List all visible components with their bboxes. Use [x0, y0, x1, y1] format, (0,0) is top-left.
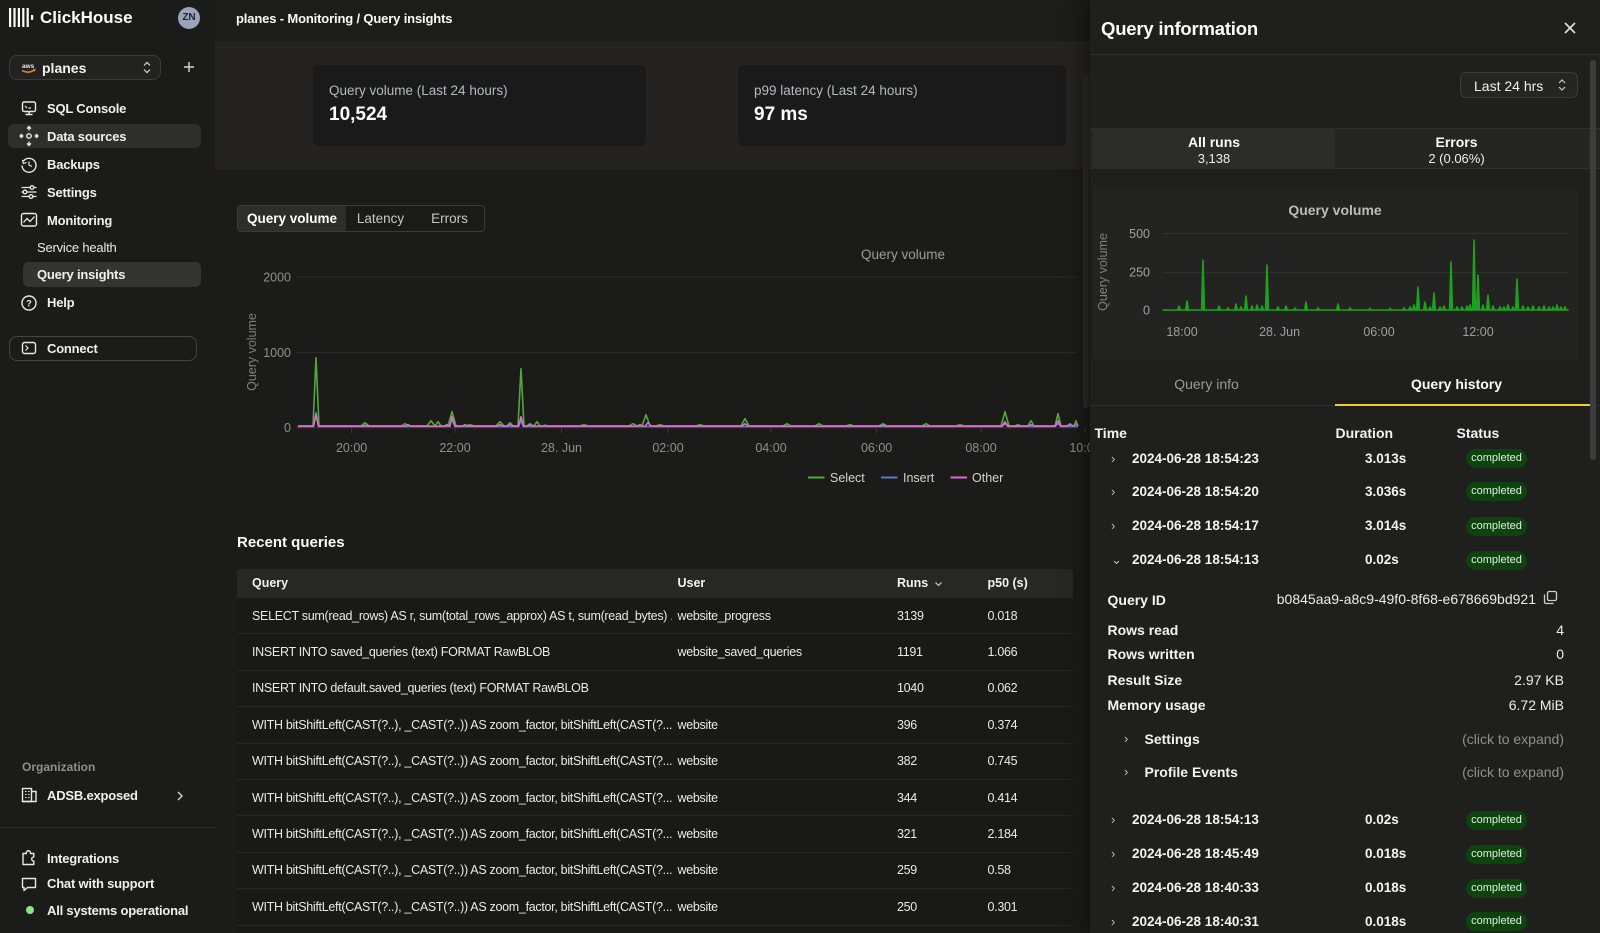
svg-text:06:00: 06:00 [1363, 325, 1394, 339]
svg-text:Insert: Insert [903, 471, 935, 485]
svg-text:?: ? [26, 299, 32, 309]
svg-text:10:00: 10:00 [1069, 441, 1090, 455]
svg-text:28. Jun: 28. Jun [1259, 325, 1300, 339]
svg-text:08:00: 08:00 [965, 441, 996, 455]
svg-text:Other: Other [972, 471, 1003, 485]
svg-text:22:00: 22:00 [439, 441, 470, 455]
svg-text:06:00: 06:00 [861, 441, 892, 455]
svg-text:500: 500 [1129, 227, 1150, 241]
svg-text:0: 0 [284, 421, 291, 435]
svg-text:0: 0 [1143, 304, 1150, 318]
svg-text:Query volume: Query volume [1096, 233, 1110, 311]
svg-text:Query volume: Query volume [861, 247, 945, 262]
svg-text:Query volume: Query volume [1288, 202, 1382, 218]
svg-text:02:00: 02:00 [652, 441, 683, 455]
svg-text:2000: 2000 [263, 271, 291, 285]
svg-text:20:00: 20:00 [336, 441, 367, 455]
svg-text:04:00: 04:00 [755, 441, 786, 455]
svg-text:Query volume: Query volume [245, 313, 259, 391]
svg-text:28. Jun: 28. Jun [541, 441, 582, 455]
svg-text:18:00: 18:00 [1166, 325, 1197, 339]
svg-text:Select: Select [830, 471, 865, 485]
svg-text:12:00: 12:00 [1462, 325, 1493, 339]
svg-text:1000: 1000 [263, 346, 291, 360]
svg-text:250: 250 [1129, 266, 1150, 280]
